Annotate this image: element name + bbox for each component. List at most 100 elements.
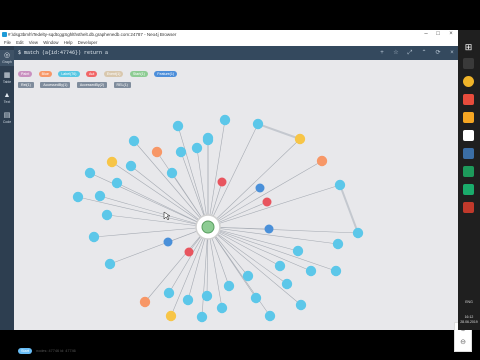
- graph-node[interactable]: [84, 167, 96, 179]
- sidebar-item-graph[interactable]: ◎ Graph: [0, 50, 14, 66]
- graph-node[interactable]: [139, 296, 151, 308]
- app-blue-icon[interactable]: [463, 148, 474, 159]
- graph-node[interactable]: [111, 177, 123, 189]
- graph-node[interactable]: [104, 258, 116, 270]
- relationship-pill[interactable]: AccessedBy(2): [76, 82, 108, 88]
- graph-node[interactable]: [255, 183, 265, 193]
- graph-node[interactable]: [334, 179, 346, 191]
- graph-node[interactable]: [294, 133, 306, 145]
- graph-node[interactable]: [281, 278, 293, 290]
- language-indicator[interactable]: ENG: [458, 300, 480, 304]
- graph-node[interactable]: [264, 310, 276, 322]
- graph-node[interactable]: [223, 280, 235, 292]
- query-editor[interactable]: $ match (a{id:47746}) return a + ☆ ⤢ ⌃ ⟳…: [14, 46, 458, 60]
- graph-node[interactable]: [242, 270, 254, 282]
- graph-relationship[interactable]: [144, 226, 209, 303]
- graph-node[interactable]: [332, 238, 344, 250]
- graph-node[interactable]: [106, 156, 118, 168]
- graph-node[interactable]: [262, 197, 272, 207]
- graph-node[interactable]: [274, 260, 286, 272]
- query-text[interactable]: $ match (a{id:47746}) return a: [18, 46, 108, 60]
- graph-node[interactable]: [182, 294, 194, 306]
- graph-node[interactable]: [101, 209, 113, 221]
- graph-node[interactable]: [175, 146, 187, 158]
- graph-node[interactable]: [172, 120, 184, 132]
- graph-node[interactable]: [202, 132, 214, 144]
- menu-help[interactable]: Help: [64, 39, 73, 46]
- menu-developer[interactable]: Developer: [78, 39, 98, 46]
- minimize-icon[interactable]: –: [420, 30, 432, 39]
- graph-node[interactable]: [330, 265, 342, 277]
- graph-relationship[interactable]: [133, 140, 209, 228]
- refresh-icon[interactable]: ⟳: [434, 49, 442, 57]
- graph-node[interactable]: [264, 224, 274, 234]
- graph-canvas[interactable]: [14, 60, 458, 330]
- graph-node[interactable]: [88, 231, 100, 243]
- graph-node[interactable]: [292, 245, 304, 257]
- graph-node[interactable]: [201, 290, 213, 302]
- graph-node[interactable]: [163, 237, 173, 247]
- graph-node[interactable]: [128, 135, 140, 147]
- maximize-icon[interactable]: □: [432, 30, 444, 39]
- graph-node[interactable]: [250, 292, 262, 304]
- folder-icon[interactable]: [463, 112, 474, 123]
- chrome-icon[interactable]: [463, 76, 474, 87]
- label-pill[interactable]: Feature(1): [154, 71, 178, 77]
- graph-node[interactable]: [316, 155, 328, 167]
- graph-relationship[interactable]: [207, 160, 323, 228]
- neo4j-icon[interactable]: [463, 184, 474, 195]
- windows-start-icon[interactable]: ⊞: [463, 42, 474, 53]
- mouse-cursor-icon: [163, 211, 171, 221]
- star-icon[interactable]: ☆: [392, 49, 400, 57]
- pin-icon[interactable]: +: [378, 49, 386, 57]
- graph-node[interactable]: [166, 167, 178, 179]
- graph-relationship[interactable]: [207, 123, 259, 228]
- collapse-icon[interactable]: ⌃: [420, 49, 428, 57]
- graph-node[interactable]: [352, 227, 364, 239]
- close-icon[interactable]: ×: [445, 30, 457, 39]
- yandex-icon[interactable]: [463, 130, 474, 141]
- graph-node[interactable]: [72, 191, 84, 203]
- selected-label-badge[interactable]: Start: [18, 348, 33, 354]
- graph-node[interactable]: [125, 160, 137, 172]
- graph-node[interactable]: [165, 310, 177, 322]
- menu-window[interactable]: Window: [43, 39, 58, 46]
- relationship-pill[interactable]: REL(1): [113, 82, 131, 88]
- sidebar-item-text[interactable]: ▲ Text: [0, 90, 14, 106]
- expand-icon[interactable]: ⤢: [406, 49, 414, 57]
- graph-relationship[interactable]: [109, 226, 209, 265]
- menu-file[interactable]: File: [4, 39, 11, 46]
- app-red-icon[interactable]: [463, 94, 474, 105]
- relationship-pill[interactable]: Rel(1): [18, 82, 34, 88]
- graph-node[interactable]: [295, 299, 307, 311]
- sidebar-item-code[interactable]: ▤ Code: [0, 110, 14, 126]
- graph-node[interactable]: [163, 287, 175, 299]
- search-icon[interactable]: [463, 58, 474, 69]
- graph-node[interactable]: [305, 265, 317, 277]
- zoom-out-icon[interactable]: ⊖: [455, 336, 471, 349]
- graph-node[interactable]: [191, 142, 203, 154]
- graph-node[interactable]: [196, 311, 208, 323]
- graph-node[interactable]: [94, 190, 106, 202]
- graph-node[interactable]: [184, 247, 194, 257]
- graph-node[interactable]: [151, 146, 163, 158]
- relationship-pill[interactable]: AccessedBy(1): [40, 82, 71, 88]
- taskbar-clock[interactable]: 16:12 28.06.2019: [458, 315, 480, 325]
- graph-relationship[interactable]: [207, 184, 341, 228]
- graph-node[interactable]: [219, 114, 231, 126]
- app-green-icon[interactable]: [463, 166, 474, 177]
- graph-node[interactable]: [252, 118, 264, 130]
- center-node[interactable]: [201, 220, 215, 234]
- graph-relationship[interactable]: [207, 226, 337, 272]
- graph-node[interactable]: [217, 177, 227, 187]
- graph-relationship[interactable]: [339, 184, 359, 234]
- close-frame-icon[interactable]: ×: [448, 49, 456, 57]
- menu-edit[interactable]: Edit: [16, 39, 23, 46]
- menu-view[interactable]: View: [29, 39, 38, 46]
- sidebar-item-table[interactable]: ▦ Table: [0, 70, 14, 86]
- app-c-icon[interactable]: [463, 202, 474, 213]
- graph-relationship[interactable]: [93, 226, 209, 238]
- graph-relationship[interactable]: [77, 196, 209, 228]
- graph-relationship[interactable]: [257, 123, 301, 140]
- graph-node[interactable]: [216, 302, 228, 314]
